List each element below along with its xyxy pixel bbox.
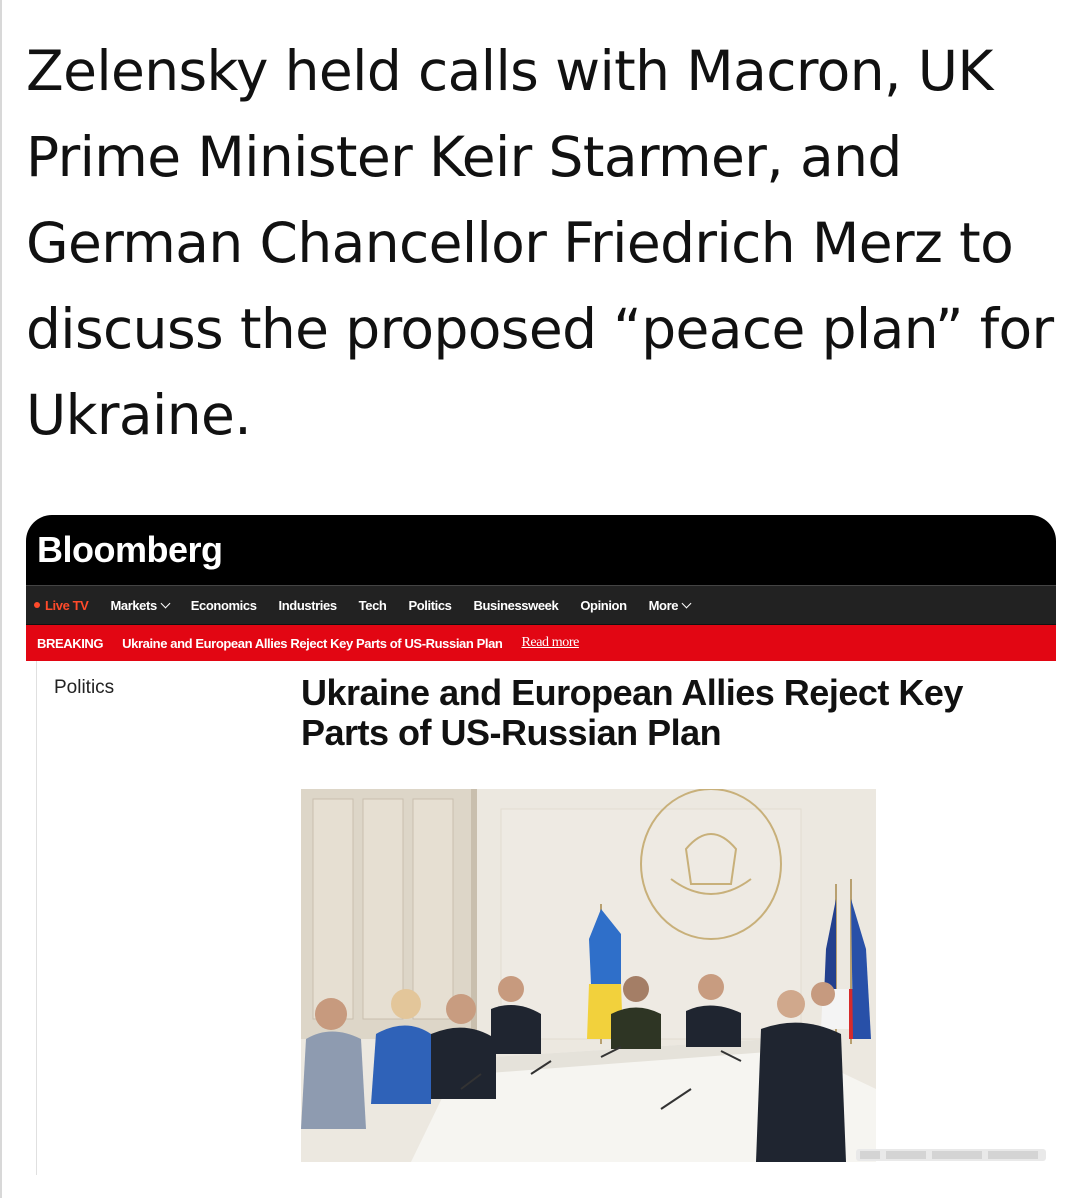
nav-economics-label: Economics xyxy=(190,597,257,613)
left-border xyxy=(0,0,2,1198)
section-label[interactable]: Politics xyxy=(54,677,114,699)
nav-more-label: More xyxy=(648,597,679,613)
divider xyxy=(36,661,37,1175)
chevron-down-icon xyxy=(681,598,692,608)
nav-politics-label: Politics xyxy=(408,597,452,613)
breaking-headline[interactable]: Ukraine and European Allies Reject Key P… xyxy=(122,636,503,651)
nav-politics[interactable]: Politics xyxy=(408,598,451,613)
top-nav: Live TV Markets Economics Industries Tec… xyxy=(26,585,1056,625)
watermark-logo xyxy=(856,1149,1046,1161)
nav-industries-label: Industries xyxy=(278,597,338,613)
nav-economics[interactable]: Economics xyxy=(191,598,257,613)
live-dot-icon xyxy=(34,602,40,608)
nav-more[interactable]: More xyxy=(648,597,692,613)
nav-industries[interactable]: Industries xyxy=(278,597,338,613)
bloomberg-logo[interactable]: Bloomberg xyxy=(37,529,223,571)
nav-opinion-label: Opinion xyxy=(580,597,627,613)
nav-opinion[interactable]: Opinion xyxy=(580,597,627,613)
nav-tech[interactable]: Tech xyxy=(359,598,387,613)
read-more-link[interactable]: Read more xyxy=(521,635,579,651)
article-headline: Ukraine and European Allies Reject Key P… xyxy=(301,672,963,753)
nav-businessweek-label: Businessweek xyxy=(473,597,559,613)
breaking-label: BREAKING xyxy=(37,635,104,651)
tweet-text: Zelensky held calls with Macron, UK Prim… xyxy=(26,39,1054,447)
nav-tech-label: Tech xyxy=(358,597,387,613)
bloomberg-screenshot: Bloomberg Live TV Markets Economics Indu… xyxy=(26,515,1056,1175)
nav-live-tv-label: Live TV xyxy=(45,597,89,613)
masthead: Bloomberg xyxy=(26,515,1056,585)
nav-markets-label: Markets xyxy=(110,597,157,613)
nav-markets[interactable]: Markets xyxy=(110,597,171,613)
breaking-news-bar: BREAKING Ukraine and European Allies Rej… xyxy=(26,625,1056,661)
nav-live-tv[interactable]: Live TV xyxy=(34,597,89,613)
nav-businessweek[interactable]: Businessweek xyxy=(474,598,559,613)
chevron-down-icon xyxy=(160,598,171,608)
article-photo xyxy=(301,789,876,1162)
article: Politics Ukraine and European Allies Rej… xyxy=(26,661,1056,1175)
